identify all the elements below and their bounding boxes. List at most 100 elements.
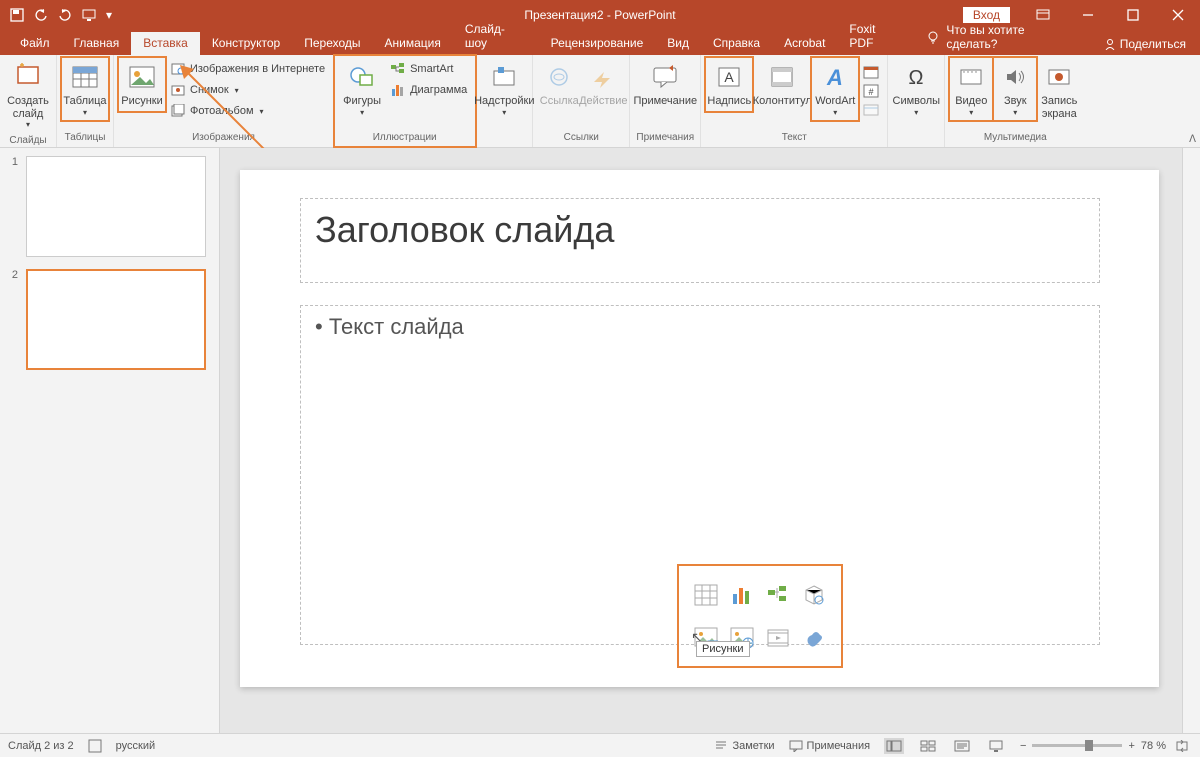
- zoom-slider[interactable]: [1032, 744, 1122, 747]
- picture-icon: [126, 61, 158, 93]
- tab-transitions[interactable]: Переходы: [292, 32, 372, 55]
- insert-3d-icon[interactable]: [799, 576, 829, 613]
- insert-icon-icon[interactable]: [799, 619, 829, 656]
- wordart-button[interactable]: A WordArt ▾: [811, 57, 859, 121]
- undo-icon[interactable]: [30, 4, 52, 26]
- textbox-button[interactable]: A Надпись: [705, 57, 753, 112]
- tab-review[interactable]: Рецензирование: [539, 32, 656, 55]
- thumb-number: 2: [6, 269, 18, 370]
- sorter-view-icon[interactable]: [918, 738, 938, 754]
- tell-me[interactable]: Что вы хотите сделать?: [914, 19, 1089, 55]
- video-button[interactable]: Видео ▾: [949, 57, 993, 121]
- headerfooter-icon: [766, 61, 798, 93]
- redo-icon[interactable]: [54, 4, 76, 26]
- tab-foxit[interactable]: Foxit PDF: [837, 18, 914, 55]
- maximize-icon[interactable]: [1110, 0, 1155, 30]
- thumbnail-1[interactable]: [26, 156, 206, 257]
- date-icon[interactable]: [863, 65, 879, 79]
- zoom-level[interactable]: 78 %: [1141, 740, 1166, 752]
- start-from-beginning-icon[interactable]: [78, 4, 100, 26]
- zoom-out-icon[interactable]: −: [1020, 740, 1026, 752]
- insert-video-icon[interactable]: [763, 619, 793, 656]
- action-button: Действие: [581, 57, 625, 112]
- tab-acrobat[interactable]: Acrobat: [772, 32, 837, 55]
- textbox-icon: A: [713, 61, 745, 93]
- screenshot-button[interactable]: Снимок▾: [168, 80, 327, 100]
- share-button[interactable]: Поделиться: [1090, 33, 1200, 55]
- group-addins-label: [480, 130, 528, 147]
- link-icon: [543, 61, 575, 93]
- smartart-button[interactable]: SmartArt: [388, 59, 469, 79]
- notes-button[interactable]: Заметки: [714, 740, 774, 752]
- insert-smartart-icon[interactable]: [763, 576, 793, 613]
- thumbnail-2[interactable]: [26, 269, 206, 370]
- slideshow-view-icon[interactable]: [986, 738, 1006, 754]
- svg-text:A: A: [725, 69, 735, 85]
- fit-to-window-icon[interactable]: [1172, 738, 1192, 754]
- tab-animations[interactable]: Анимация: [373, 32, 453, 55]
- shapes-button[interactable]: Фигуры ▾: [338, 57, 386, 121]
- insert-chart-icon[interactable]: [727, 576, 757, 613]
- language-label[interactable]: русский: [116, 740, 155, 752]
- svg-text:Ω: Ω: [909, 67, 924, 89]
- group-tables-label: Таблицы: [61, 130, 109, 147]
- audio-icon: [999, 61, 1031, 93]
- slide-canvas[interactable]: Заголовок слайда Текст слайда ↖ Рисунки: [240, 170, 1159, 687]
- group-media-label: Мультимедиа: [949, 130, 1081, 147]
- comment-button[interactable]: Примечание: [634, 57, 696, 112]
- title-placeholder[interactable]: Заголовок слайда: [300, 198, 1100, 283]
- recording-icon: [1043, 61, 1075, 93]
- vertical-scrollbar[interactable]: [1182, 148, 1200, 733]
- omega-icon: Ω: [900, 61, 932, 93]
- chart-button[interactable]: Диаграмма: [388, 80, 469, 100]
- video-icon: [955, 61, 987, 93]
- slide-number-icon[interactable]: #: [863, 84, 879, 98]
- headerfooter-button[interactable]: Колонтитул: [753, 57, 811, 112]
- pictures-button[interactable]: Рисунки: [118, 57, 166, 112]
- window-title: Презентация2 - PowerPoint: [524, 8, 675, 22]
- close-icon[interactable]: [1155, 0, 1200, 30]
- accessibility-icon[interactable]: [88, 739, 102, 753]
- comments-button[interactable]: Примечания: [789, 740, 871, 752]
- tab-file[interactable]: Файл: [8, 32, 62, 55]
- lightbulb-icon: [926, 30, 940, 44]
- chart-icon: [390, 82, 406, 98]
- tab-slideshow[interactable]: Слайд-шоу: [453, 18, 539, 55]
- tab-insert[interactable]: Вставка: [131, 32, 200, 55]
- group-illustrations-label: Иллюстрации: [338, 130, 471, 147]
- table-button[interactable]: Таблица ▾: [61, 57, 109, 121]
- reading-view-icon[interactable]: [952, 738, 972, 754]
- thumb-number: 1: [6, 156, 18, 257]
- qat-customize-icon[interactable]: ▾: [102, 4, 116, 26]
- group-links-label: Ссылки: [537, 130, 625, 147]
- group-text-label: Текст: [705, 130, 883, 147]
- slide-editor: Заголовок слайда Текст слайда ↖ Рисунки: [220, 148, 1182, 733]
- addins-button[interactable]: Надстройки ▾: [480, 57, 528, 121]
- group-slides-label: Слайды: [4, 133, 52, 150]
- group-comments-label: Примечания: [634, 130, 696, 147]
- tab-design[interactable]: Конструктор: [200, 32, 292, 55]
- tab-view[interactable]: Вид: [655, 32, 701, 55]
- addins-icon: [488, 61, 520, 93]
- slide-counter: Слайд 2 из 2: [8, 740, 74, 752]
- save-icon[interactable]: [6, 4, 28, 26]
- object-icon: [863, 103, 879, 117]
- screen-recording-button[interactable]: Запись экрана: [1037, 57, 1081, 124]
- normal-view-icon[interactable]: [884, 738, 904, 754]
- audio-button[interactable]: Звук ▾: [993, 57, 1037, 121]
- svg-text:A: A: [826, 65, 843, 89]
- slide-thumbnails: 1 2: [0, 148, 220, 733]
- collapse-ribbon-icon[interactable]: ᐱ: [1189, 134, 1196, 145]
- table-icon: [69, 61, 101, 93]
- new-slide-button[interactable]: Создать слайд ▾: [4, 57, 52, 133]
- photo-album-button[interactable]: Фотоальбом▾: [168, 101, 327, 121]
- symbols-button[interactable]: Ω Символы ▾: [892, 57, 940, 121]
- screenshot-icon: [170, 82, 186, 98]
- online-pictures-button[interactable]: Изображения в Интернете: [168, 59, 327, 79]
- zoom-in-icon[interactable]: +: [1128, 740, 1134, 752]
- tab-home[interactable]: Главная: [62, 32, 132, 55]
- shapes-icon: [346, 61, 378, 93]
- insert-table-icon[interactable]: [691, 576, 721, 613]
- tab-help[interactable]: Справка: [701, 32, 772, 55]
- content-placeholder[interactable]: Текст слайда ↖ Рисунки: [300, 305, 1100, 645]
